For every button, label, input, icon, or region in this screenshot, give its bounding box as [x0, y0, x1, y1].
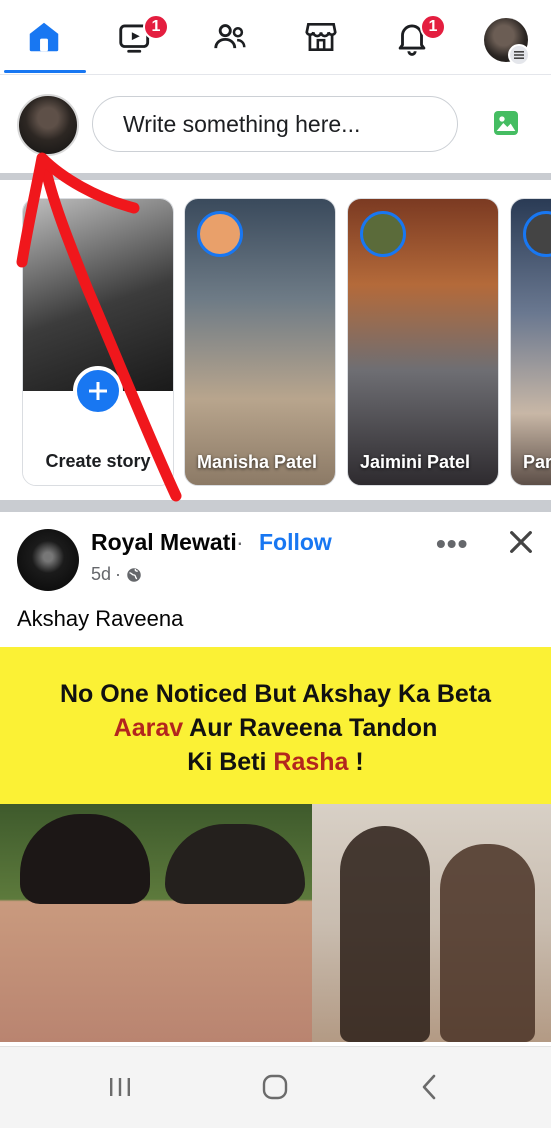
hamburger-icon: [514, 51, 524, 59]
marketplace-icon: [305, 22, 337, 52]
plus-icon: [73, 366, 123, 416]
post-image-banner[interactable]: No One Noticed But Akshay Ka Beta Aarav …: [0, 647, 551, 804]
recent-apps-button[interactable]: [100, 1067, 140, 1107]
meta-dot: ·: [115, 564, 122, 584]
section-divider: [0, 173, 551, 180]
globe-icon: [127, 567, 141, 582]
banner-line-3: Ki Beti Rasha !: [187, 748, 364, 776]
system-navigation-bar: [0, 1046, 551, 1128]
photo-icon[interactable]: [490, 107, 522, 139]
story-avatar: [197, 211, 243, 257]
story-avatar: [360, 211, 406, 257]
post-author-avatar[interactable]: [17, 529, 79, 591]
top-navigation: 1 1: [0, 0, 551, 75]
post-photo[interactable]: [0, 804, 551, 1042]
watch-badge: 1: [143, 14, 169, 40]
active-tab-indicator: [4, 70, 86, 73]
feed-post: Royal Mewati · Follow 5d · ••• Akshay Ra…: [0, 512, 551, 1042]
more-options-button[interactable]: •••: [436, 528, 468, 560]
post-meta: 5d ·: [91, 564, 143, 585]
story-avatar: [523, 211, 551, 257]
nav-friends-tab[interactable]: [190, 0, 270, 74]
recent-apps-icon: [110, 1078, 130, 1096]
friends-icon: [214, 24, 246, 49]
menu-icon[interactable]: [508, 44, 530, 66]
story-card[interactable]: Manisha Patel: [184, 198, 336, 486]
section-divider: [0, 500, 551, 512]
home-icon: [29, 22, 59, 52]
post-time[interactable]: 5d: [91, 564, 111, 585]
post-author-name[interactable]: Royal Mewati: [91, 529, 237, 556]
composer-input[interactable]: Write something here...: [92, 96, 458, 152]
home-button[interactable]: [255, 1067, 295, 1107]
user-avatar[interactable]: [17, 94, 79, 156]
follow-button[interactable]: Follow: [259, 529, 332, 556]
home-circle-icon: [262, 1074, 288, 1100]
post-text: Akshay Raveena: [17, 606, 184, 631]
nav-marketplace-tab[interactable]: [281, 0, 361, 74]
banner-line-1: No One Noticed But Akshay Ka Beta: [59, 680, 492, 708]
create-story-photo: [23, 199, 173, 391]
story-name: Manisha Patel: [197, 452, 318, 472]
back-button[interactable]: [410, 1067, 450, 1107]
create-story-card[interactable]: Create story: [22, 198, 174, 486]
notifications-badge: 1: [420, 14, 446, 40]
post-composer: Write something here...: [0, 75, 551, 173]
story-card[interactable]: Par: [510, 198, 551, 486]
composer-placeholder: Write something here...: [123, 110, 361, 137]
close-icon[interactable]: [505, 526, 537, 558]
story-name: Par: [523, 452, 551, 472]
stories-tray: Create story Manisha Patel Jaimini Patel…: [0, 180, 551, 500]
story-card[interactable]: Jaimini Patel: [347, 198, 499, 486]
story-name: Jaimini Patel: [360, 452, 471, 472]
separator-dot: ·: [236, 529, 244, 555]
back-icon: [422, 1074, 436, 1100]
create-story-label: Create story: [45, 451, 151, 471]
banner-line-2: Aarav Aur Raveena Tandon: [113, 714, 438, 742]
nav-home-tab[interactable]: [4, 0, 84, 74]
